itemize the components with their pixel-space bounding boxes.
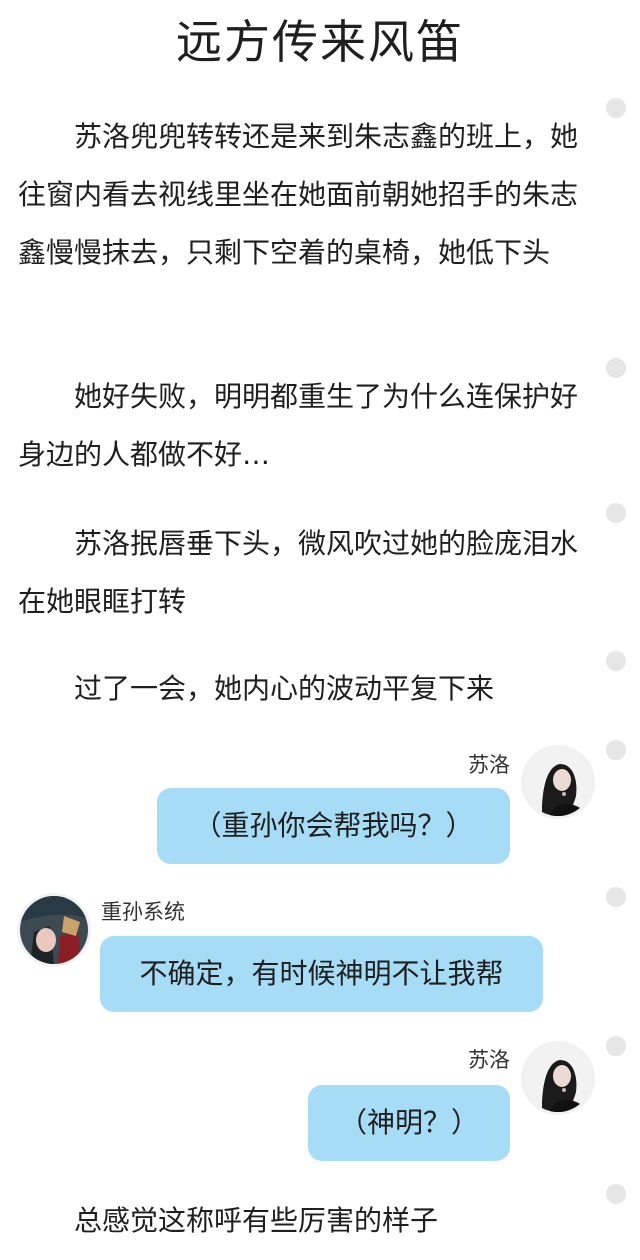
avatar-suluo[interactable]: [524, 1044, 592, 1112]
story-paragraph: 苏洛抿唇垂下头，微风吹过她的脸庞泪水在她眼眶打转: [18, 527, 579, 618]
speaker-name: 苏洛: [468, 1048, 510, 1072]
comment-dot[interactable]: [606, 740, 626, 760]
portrait-icon: [20, 896, 88, 964]
speaker-name: 苏洛: [468, 753, 510, 777]
chat-bubble-left: 不确定，有时候神明不让我帮: [100, 936, 543, 1012]
story-paragraph: 总感觉这称呼有些厉害的样子: [74, 1204, 439, 1237]
portrait-icon: [524, 1044, 592, 1112]
comment-dot[interactable]: [606, 98, 626, 118]
comment-dot[interactable]: [606, 887, 626, 907]
comment-dot[interactable]: [606, 358, 626, 378]
comment-dot[interactable]: [606, 651, 626, 671]
comment-dot[interactable]: [606, 1036, 626, 1056]
chat-bubble-right: （神明？）: [308, 1085, 510, 1161]
story-paragraph: 苏洛兜兜转转还是来到朱志鑫的班上，她往窗内看去视线里坐在她面前朝她招手的朱志鑫慢…: [18, 120, 579, 269]
story-paragraph: 过了一会，她内心的波动平复下来: [74, 672, 495, 705]
avatar-system[interactable]: [20, 896, 88, 964]
page-title: 远方传来风笛: [176, 15, 464, 69]
avatar-suluo[interactable]: [524, 748, 592, 816]
portrait-icon: [524, 748, 592, 816]
chat-bubble-right: （重孙你会帮我吗？）: [157, 788, 510, 864]
story-paragraph: 她好失败，明明都重生了为什么连保护好身边的人都做不好…: [18, 380, 579, 471]
comment-dot[interactable]: [606, 1184, 626, 1204]
speaker-name: 重孙系统: [101, 900, 185, 924]
comment-dot[interactable]: [606, 503, 626, 523]
